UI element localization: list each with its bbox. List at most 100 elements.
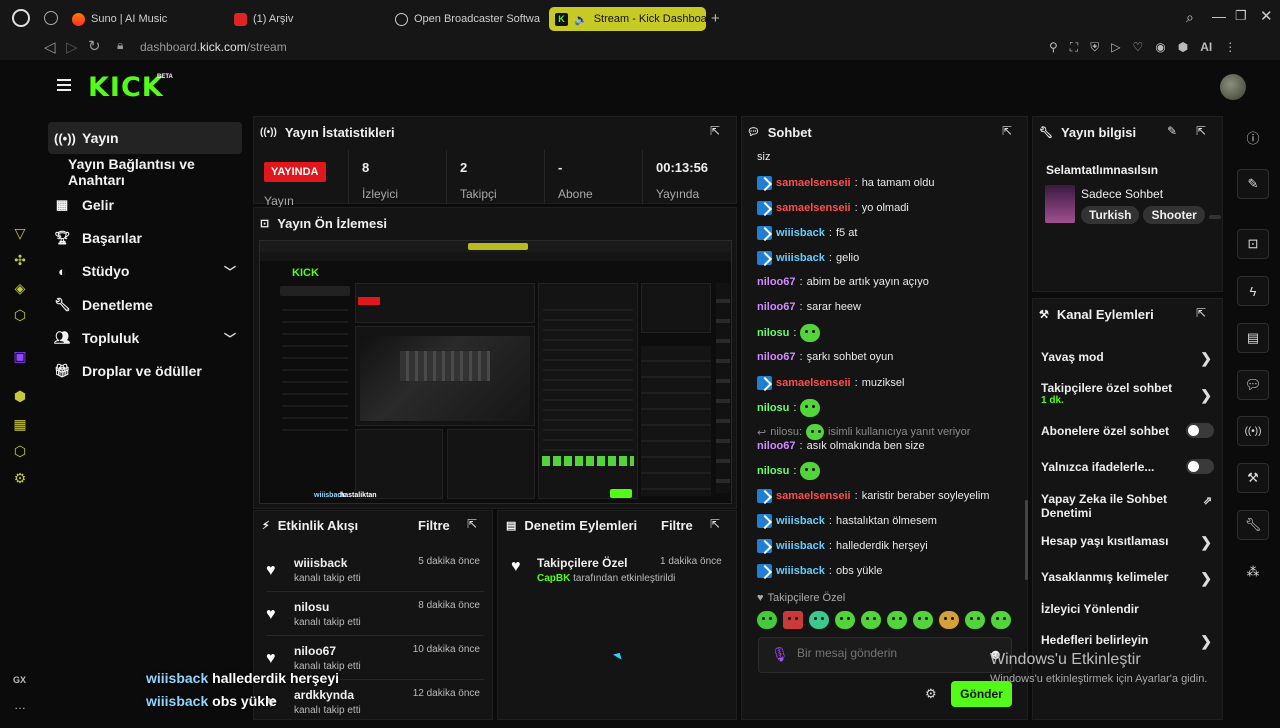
popout-icon[interactable]: ⇱ (710, 517, 720, 531)
chat-username[interactable]: nilosu (757, 327, 789, 339)
activity-filter-button[interactable]: Filtre (418, 518, 450, 533)
tab-arsiv[interactable]: (1) Arşiv (234, 7, 384, 31)
emote-icon[interactable] (887, 611, 907, 629)
tag-chip[interactable] (1208, 215, 1221, 219)
extensions-icon[interactable]: ⬢ (1178, 40, 1188, 55)
chat-username[interactable]: nilosu (757, 402, 789, 414)
restore-icon[interactable]: ❐ (1235, 8, 1247, 24)
pin-icon[interactable]: ⚲ (1049, 40, 1058, 55)
chat-username[interactable]: wiiisback (776, 515, 825, 527)
new-tab-icon[interactable]: + (711, 10, 720, 27)
tab-kick-dashboard[interactable]: K 🔈 Stream - Kick Dashboa (549, 7, 706, 31)
ai-moderation-row[interactable]: Yapay Zeka ile Sohbet Denetimi ⇗ (1041, 492, 1212, 520)
sidebar-diamond-icon[interactable]: ◈ (12, 280, 28, 296)
ai-button[interactable]: AI (1200, 40, 1212, 55)
emote-icon[interactable] (861, 611, 881, 629)
chat-username[interactable]: nilosu (757, 465, 789, 477)
sidebar-crosshair-icon[interactable]: ✣ (12, 252, 28, 268)
speaker-icon[interactable]: 🔈 (574, 13, 588, 26)
emote-icon[interactable] (913, 611, 933, 629)
popout-icon[interactable]: ⇱ (467, 517, 477, 531)
raid-row[interactable]: İzleyici Yönlendir (1041, 602, 1216, 616)
camera-tool-icon[interactable]: ⊡ (1237, 229, 1269, 259)
sidebar-item-yayin[interactable]: ((•)) Yayın (48, 122, 242, 154)
stream-category[interactable]: Sadece Sohbet (1081, 187, 1163, 201)
heart-icon[interactable]: ♡ (1132, 40, 1143, 55)
followers-chat-row[interactable]: Takipçilere özel sohbet 1 dk. ❯ (1041, 381, 1216, 406)
shield-icon[interactable]: ⛨ (1090, 40, 1099, 55)
opera-gx-logo-icon[interactable] (12, 9, 30, 27)
sidebar-item-stream-key[interactable]: Yayın Bağlantısı ve Anahtarı (48, 156, 248, 188)
sidebar-item-topluluk[interactable]: 👥︎ Topluluk ﹀ (48, 322, 242, 354)
forward-icon[interactable]: ▷ (66, 38, 78, 56)
emotes-only-toggle[interactable] (1186, 459, 1214, 474)
vpn-icon[interactable]: ◉ (1155, 40, 1165, 55)
chat-username[interactable]: niloo67 (757, 301, 796, 313)
sidebar-grid-icon[interactable]: ▦ (12, 416, 28, 432)
chat-tool-icon[interactable]: 💬︎ (1237, 370, 1269, 400)
document-tool-icon[interactable]: ▤ (1237, 323, 1269, 353)
tab-suno[interactable]: Suno | AI Music (72, 7, 222, 31)
avatar[interactable] (1220, 74, 1246, 100)
hamburger-menu-icon[interactable] (57, 79, 71, 91)
emote-icon[interactable] (835, 611, 855, 629)
stream-preview-video[interactable]: KICK wiiisback hastaliktan (259, 240, 732, 504)
chat-username[interactable]: wiiisback (776, 540, 825, 552)
play-icon[interactable]: ▷ (1111, 40, 1120, 55)
connections-icon[interactable]: ⁂ (1237, 557, 1269, 587)
reload-icon[interactable]: ↻ (88, 37, 101, 55)
chat-username[interactable]: samaelsenseii (776, 177, 851, 189)
tag-chip[interactable]: Shooter (1143, 206, 1205, 224)
sidebar-item-denetleme[interactable]: 🔧︎ Denetleme (48, 289, 242, 321)
menu-dots-icon[interactable]: ⋮ (1224, 40, 1236, 55)
event-user[interactable]: ardkkynda (294, 688, 354, 702)
subs-chat-toggle[interactable] (1186, 423, 1214, 438)
popout-icon[interactable]: ⇱ (1196, 306, 1206, 320)
chat-settings-icon[interactable]: ⚙ (925, 686, 937, 702)
gx-label[interactable]: GX (13, 675, 26, 685)
chat-scrollbar[interactable] (1025, 500, 1028, 580)
popout-icon[interactable]: ⇱ (1002, 124, 1012, 138)
emote-icon[interactable] (965, 611, 985, 629)
minimize-icon[interactable]: — (1212, 8, 1226, 24)
sidebar-item-studyo[interactable]: ◐ Stüdyo ﹀ (48, 255, 242, 287)
chat-input[interactable] (797, 646, 977, 660)
workspace-icon[interactable] (44, 11, 58, 25)
kick-logo[interactable]: KICK (88, 72, 164, 103)
emote-icon[interactable] (809, 611, 829, 629)
emote-icon[interactable] (939, 611, 959, 629)
category-thumbnail[interactable] (1045, 185, 1075, 223)
chat-username[interactable]: niloo67 (757, 276, 796, 288)
event-user[interactable]: niloo67 (294, 644, 336, 658)
chat-username[interactable]: wiiisback (776, 227, 825, 239)
mod-actions-tool-icon[interactable]: ⚒ (1237, 463, 1269, 493)
popout-icon[interactable]: ⇱ (1196, 124, 1206, 138)
twitch-icon[interactable]: ▣ (12, 348, 28, 364)
slow-mode-row[interactable]: Yavaş mod ❯ (1041, 350, 1216, 366)
screenshot-icon[interactable]: ⛶ (1070, 40, 1078, 55)
microphone-icon[interactable]: 🎙︎ (771, 646, 789, 663)
info-icon[interactable]: ⓘ (1237, 122, 1269, 152)
event-user[interactable]: nilosu (294, 600, 329, 614)
moderation-filter-button[interactable]: Filtre (661, 518, 693, 533)
sidebar-shield-icon[interactable]: ⬡ (12, 443, 28, 459)
popout-icon[interactable]: ⇱ (710, 124, 720, 138)
chat-username[interactable]: samaelsenseii (776, 377, 851, 389)
url-field[interactable]: dashboard.kick.com/stream (140, 40, 287, 54)
tag-chip[interactable]: Turkish (1081, 206, 1140, 224)
search-icon[interactable]: ⌕ (1186, 9, 1194, 26)
banned-words-row[interactable]: Yasaklanmış kelimeler ❯ (1041, 570, 1216, 586)
broadcast-tool-icon[interactable]: ((•)) (1237, 416, 1269, 446)
chat-input-box[interactable]: 🎙︎ ☻ (758, 637, 1012, 673)
sidebar-item-basarilar[interactable]: 🏆︎ Başarılar (48, 222, 242, 254)
back-icon[interactable]: ◁ (44, 38, 56, 56)
sidebar-triangle-icon[interactable]: ▽ (12, 225, 28, 241)
close-icon[interactable]: ✕ (1260, 7, 1273, 25)
lightning-tool-icon[interactable]: ϟ (1237, 276, 1269, 306)
sidebar-item-gelir[interactable]: ▦ Gelir (48, 189, 242, 221)
chat-username[interactable]: niloo67 (757, 351, 796, 363)
emote-icon[interactable] (757, 611, 777, 629)
sidebar-settings-icon[interactable]: ⚙ (12, 470, 28, 486)
chat-username[interactable]: wiiisback (776, 252, 825, 264)
moderator-name[interactable]: CapBK (537, 573, 570, 584)
